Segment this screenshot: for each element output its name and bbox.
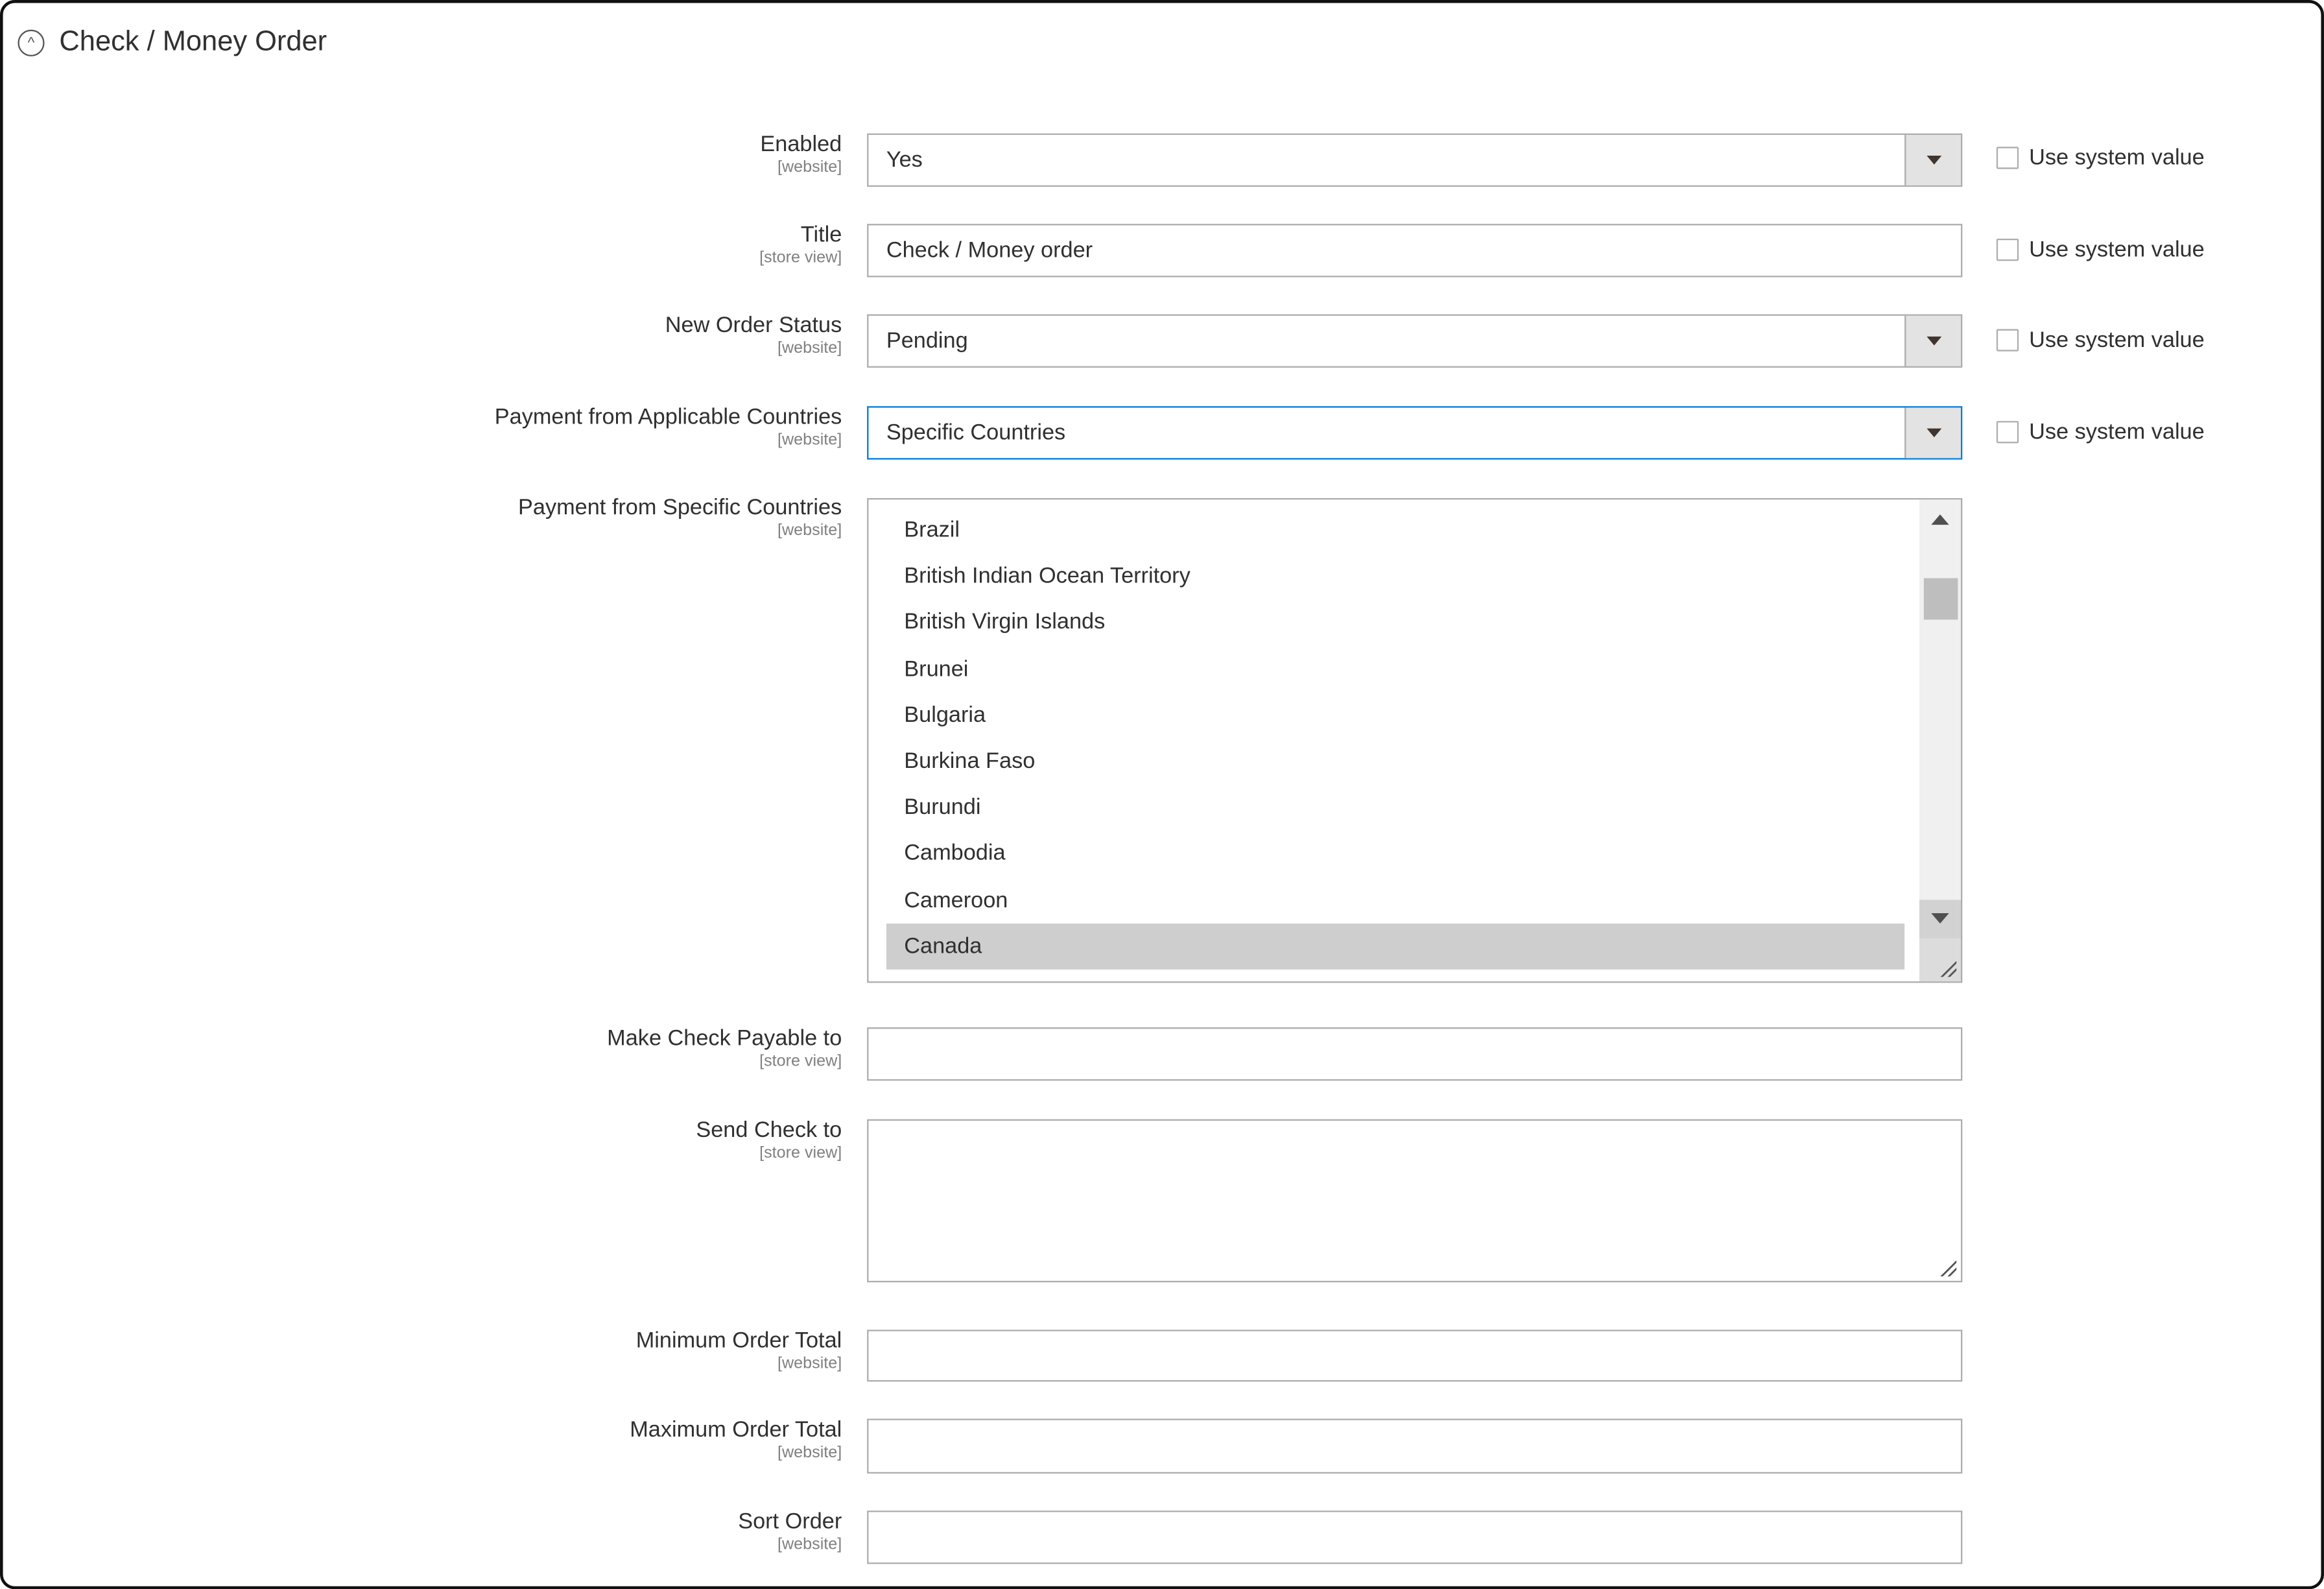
section-header[interactable]: ^ Check / Money Order: [18, 27, 327, 59]
scope-text: [website]: [777, 1355, 842, 1373]
specific-countries-multiselect[interactable]: Brazil British Indian Ocean Territory Brit…: [867, 497, 1963, 983]
applicable-countries-label: Payment from Applicable Countries [websit…: [495, 405, 842, 449]
scope-text: [website]: [777, 158, 842, 176]
scope-text: [website]: [777, 1444, 842, 1462]
country-option[interactable]: Brunei: [886, 646, 1904, 692]
title-label: Title [store view]: [759, 222, 842, 267]
resize-grip-icon[interactable]: [1938, 1258, 1957, 1276]
checkbox[interactable]: [1996, 238, 2019, 261]
send-to-label: Send Check to [store view]: [696, 1117, 842, 1162]
applicable-countries-select[interactable]: Specific Countries: [867, 406, 1963, 460]
scope-text: [store view]: [759, 1052, 842, 1071]
select-value: Pending: [886, 328, 968, 354]
scope-text: [website]: [777, 431, 842, 449]
new-order-status-select[interactable]: Pending: [867, 314, 1963, 368]
label-text: Make Check Payable to: [607, 1025, 842, 1051]
country-option[interactable]: Bulgaria: [886, 692, 1904, 738]
scope-text: [website]: [777, 1535, 842, 1554]
enabled-use-system-value[interactable]: Use system value: [1996, 145, 2205, 171]
country-option[interactable]: Brazil: [886, 507, 1904, 553]
country-option[interactable]: Burkina Faso: [886, 738, 1904, 784]
label-text: Payment from Specific Countries: [518, 495, 842, 521]
label-text: Maximum Order Total: [630, 1417, 842, 1442]
label-text: Minimum Order Total: [635, 1328, 842, 1354]
dropdown-button[interactable]: [1904, 134, 1961, 185]
chevron-down-icon: [1926, 336, 1941, 346]
payable-to-input[interactable]: [867, 1027, 1963, 1081]
max-order-total-label: Maximum Order Total [website]: [630, 1417, 842, 1462]
checkbox-label: Use system value: [2029, 328, 2205, 353]
new-order-status-label: New Order Status [website]: [665, 313, 842, 357]
country-option[interactable]: British Virgin Islands: [886, 599, 1904, 645]
checkbox-label: Use system value: [2029, 237, 2205, 263]
dropdown-button[interactable]: [1904, 407, 1961, 459]
label-text: Sort Order: [738, 1509, 842, 1535]
country-option[interactable]: Burundi: [886, 785, 1904, 831]
enabled-select[interactable]: Yes: [867, 133, 1963, 187]
checkbox[interactable]: [1996, 421, 2019, 444]
title-input[interactable]: Check / Money order: [867, 224, 1963, 278]
label-text: Title: [800, 222, 842, 248]
select-value: Specific Countries: [886, 420, 1066, 446]
send-to-textarea[interactable]: [867, 1119, 1963, 1283]
resize-grip-icon[interactable]: [1938, 959, 1957, 977]
collapse-chevron-up-icon[interactable]: ^: [18, 29, 45, 56]
label-text: Send Check to: [696, 1117, 842, 1143]
applicable-countries-use-system-value[interactable]: Use system value: [1996, 419, 2205, 445]
checkbox-label: Use system value: [2029, 145, 2205, 171]
chevron-down-icon: [1926, 155, 1941, 165]
country-option[interactable]: British Indian Ocean Territory: [886, 553, 1904, 599]
label-text: Enabled: [760, 132, 842, 158]
payable-to-label: Make Check Payable to [store view]: [607, 1026, 842, 1071]
new-order-status-use-system-value[interactable]: Use system value: [1996, 328, 2205, 353]
scope-text: [store view]: [759, 248, 842, 267]
input-value: Check / Money order: [886, 237, 1093, 263]
sort-order-input[interactable]: [867, 1511, 1963, 1564]
min-order-total-label: Minimum Order Total [website]: [636, 1328, 842, 1373]
label-text: New Order Status: [665, 313, 842, 339]
specific-countries-label: Payment from Specific Countries [website]: [518, 495, 842, 540]
min-order-total-input[interactable]: [867, 1330, 1963, 1382]
country-option[interactable]: Cambodia: [886, 831, 1904, 877]
max-order-total-input[interactable]: [867, 1418, 1963, 1474]
checkbox-label: Use system value: [2029, 419, 2205, 445]
dropdown-button[interactable]: [1904, 315, 1961, 366]
resize-corner[interactable]: [1919, 938, 1961, 982]
country-option[interactable]: Cameroon: [886, 877, 1904, 923]
scrollbar-thumb[interactable]: [1923, 578, 1958, 620]
title-use-system-value[interactable]: Use system value: [1996, 237, 2205, 263]
sort-order-label: Sort Order [website]: [738, 1509, 842, 1554]
checkbox[interactable]: [1996, 147, 2019, 169]
enabled-label: Enabled [website]: [760, 132, 842, 176]
scroll-down-arrow-icon[interactable]: [1919, 900, 1961, 938]
scrollbar[interactable]: [1919, 499, 1961, 982]
scroll-up-arrow-icon[interactable]: [1931, 514, 1949, 525]
chevron-down-icon: [1926, 428, 1941, 438]
checkbox[interactable]: [1996, 329, 2019, 352]
scope-text: [website]: [777, 521, 842, 540]
scope-text: [website]: [777, 339, 842, 357]
section-title: Check / Money Order: [59, 27, 327, 58]
select-value: Yes: [886, 147, 923, 173]
label-text: Payment from Applicable Countries: [494, 404, 842, 430]
scope-text: [store view]: [759, 1144, 842, 1162]
country-option[interactable]: Canada: [886, 923, 1905, 970]
